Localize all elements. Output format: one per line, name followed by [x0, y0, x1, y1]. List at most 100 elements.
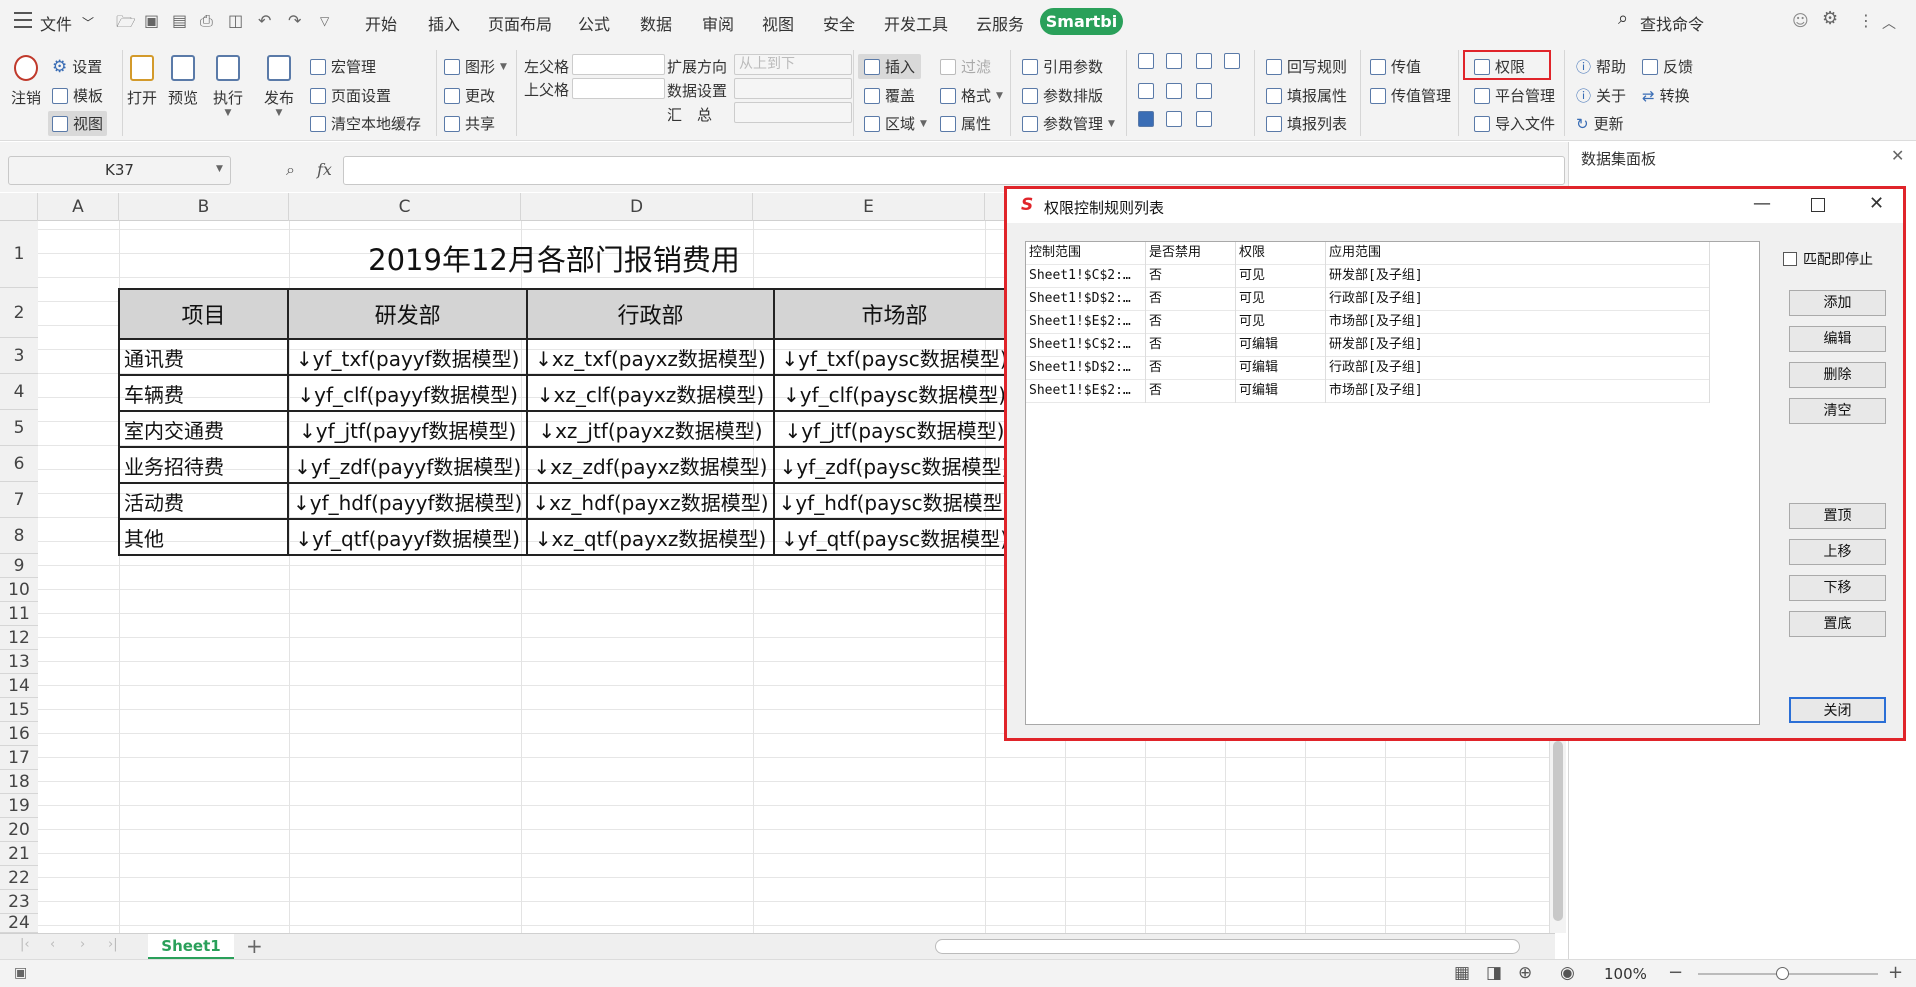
list-item[interactable]: Sheet1!$E$2:… 否可见 市场部[及子组] — [1026, 311, 1710, 334]
chevron-down-icon[interactable]: ﹀ — [82, 14, 94, 31]
row-header[interactable]: 1 — [0, 221, 38, 288]
data-settings-select[interactable] — [734, 78, 852, 99]
row-header[interactable]: 6 — [0, 446, 38, 482]
change-button[interactable]: 更改 — [444, 85, 495, 106]
data-cell[interactable]: ↓yf_clf(payyf数据模型) — [286, 374, 529, 412]
param-manage-button[interactable]: 参数管理 ▼ — [1022, 113, 1115, 134]
page-break-view-icon[interactable]: ◨ — [1486, 963, 1502, 983]
tab-start[interactable]: 开始 — [365, 11, 397, 35]
edit-button[interactable]: 编辑 — [1789, 326, 1886, 352]
search-command[interactable]: 查找命令 — [1640, 11, 1704, 35]
left-parent-select[interactable] — [572, 54, 665, 75]
item-cell[interactable]: 业务招待费 — [118, 446, 289, 484]
list-item[interactable]: Sheet1!$D$2:… 否可见 行政部[及子组] — [1026, 288, 1710, 311]
open-button[interactable]: 打开 — [126, 55, 158, 108]
add-button[interactable]: 添加 — [1789, 290, 1886, 316]
data-cell[interactable]: ↓xz_clf(payxz数据模型) — [526, 374, 775, 412]
tree-control-icon[interactable] — [1166, 83, 1182, 99]
item-cell[interactable]: 车辆费 — [118, 374, 289, 412]
tab-formula[interactable]: 公式 — [578, 11, 610, 35]
close-icon[interactable]: ✕ — [1891, 146, 1904, 165]
pass-value-button[interactable]: 传值 — [1370, 56, 1421, 77]
row-header[interactable]: 22 — [0, 866, 38, 890]
search-icon[interactable]: ⌕ — [1618, 8, 1628, 29]
dropdown-control-icon[interactable] — [1166, 53, 1182, 69]
hamburger-icon[interactable] — [14, 12, 32, 28]
header-cell-item[interactable]: 项目 — [118, 288, 289, 340]
summary-select[interactable] — [734, 102, 852, 123]
clear-cache-button[interactable]: 清空本地缓存 — [310, 113, 421, 134]
list-item[interactable]: Sheet1!$C$2:… 否可编辑 研发部[及子组] — [1026, 334, 1710, 357]
print-preview-icon[interactable]: ◫ — [228, 11, 243, 30]
horizontal-scrollbar[interactable] — [935, 939, 1520, 954]
data-cell[interactable]: ↓xz_qtf(payxz数据模型) — [526, 518, 775, 556]
tab-insert[interactable]: 插入 — [428, 11, 460, 35]
preview-button[interactable]: 预览 — [167, 55, 199, 108]
expand-direction-select[interactable]: 从上到下 — [734, 54, 852, 75]
chevron-down-icon[interactable]: ▼ — [216, 164, 223, 174]
data-cell[interactable]: ↓yf_jtf(payyf数据模型) — [286, 410, 529, 448]
zoom-level[interactable]: 100% — [1604, 965, 1647, 983]
tab-view[interactable]: 视图 — [762, 11, 794, 35]
image-control-icon[interactable] — [1196, 83, 1212, 99]
move-top-button[interactable]: 置顶 — [1789, 503, 1886, 529]
sheet-tab-sheet1[interactable]: Sheet1 — [148, 934, 234, 959]
permission-rules-list[interactable]: 控制范围 是否禁用 权限 应用范围 Sheet1!$C$2:… 否可见 研发部[及子… — [1025, 241, 1760, 725]
gear-icon[interactable]: ⚙ — [1822, 8, 1838, 29]
data-cell[interactable]: ↓yf_clf(paysc数据模型) — [772, 374, 1017, 412]
open-folder-icon[interactable]: 🗁 — [116, 11, 136, 38]
region-button[interactable]: 区域 ▼ — [864, 113, 927, 134]
execute-button[interactable]: 执行 ▼ — [212, 55, 244, 118]
tab-developer[interactable]: 开发工具 — [884, 11, 948, 35]
delete-button[interactable]: 删除 — [1789, 362, 1886, 388]
col-header-permission[interactable]: 权限 — [1236, 242, 1326, 265]
eye-protection-icon[interactable]: ◉ — [1560, 963, 1575, 983]
data-cell[interactable]: ↓yf_qtf(paysc数据模型) — [772, 518, 1017, 556]
zoom-icon[interactable]: ⌕ — [286, 160, 295, 180]
customize-toolbar-icon[interactable]: ▽ — [320, 14, 329, 28]
tab-data[interactable]: 数据 — [640, 11, 672, 35]
column-header-b[interactable]: B — [119, 193, 289, 221]
last-sheet-icon[interactable]: ›| — [108, 937, 118, 952]
data-cell[interactable]: ↓xz_jtf(payxz数据模型) — [526, 410, 775, 448]
template-button[interactable]: 模板 — [52, 85, 103, 106]
tab-page-layout[interactable]: 页面布局 — [488, 11, 552, 35]
row-header[interactable]: 15 — [0, 698, 38, 722]
help-button[interactable]: ⓘ 帮助 — [1576, 56, 1626, 77]
zoom-out-icon[interactable]: − — [1668, 962, 1683, 983]
data-cell[interactable]: ↓xz_zdf(payxz数据模型) — [526, 446, 775, 484]
data-cell[interactable]: ↓yf_jtf(paysc数据模型) — [772, 410, 1017, 448]
data-cell[interactable]: ↓yf_hdf(paysc数据模型) — [772, 482, 1017, 520]
permission-button[interactable]: 权限 — [1474, 56, 1525, 77]
tab-cloud[interactable]: 云服务 — [976, 11, 1024, 35]
chart-button[interactable]: 图形 ▼ — [444, 56, 507, 77]
row-header[interactable]: 17 — [0, 746, 38, 770]
row-header[interactable]: 2 — [0, 288, 38, 338]
feedback-face-icon[interactable]: ☺ — [1792, 11, 1809, 30]
row-header[interactable]: 14 — [0, 674, 38, 698]
row-header[interactable]: 3 — [0, 338, 38, 374]
row-header[interactable]: 12 — [0, 626, 38, 650]
writeback-rules-button[interactable]: 回写规则 — [1266, 56, 1347, 77]
data-cell[interactable]: ↓yf_zdf(paysc数据模型) — [772, 446, 1017, 484]
attribute-button[interactable]: 属性 — [940, 113, 991, 134]
overwrite-button[interactable]: 覆盖 — [864, 85, 915, 106]
edit-control-icon[interactable] — [1166, 111, 1182, 127]
insert-button[interactable]: 插入 — [858, 54, 922, 79]
row-header[interactable]: 16 — [0, 722, 38, 746]
undo-icon[interactable]: ↶ — [258, 11, 271, 30]
page-layout-view-icon[interactable]: ⊕ — [1518, 963, 1532, 983]
prev-sheet-icon[interactable]: ‹ — [50, 937, 55, 952]
data-cell[interactable]: ↓yf_txf(payyf数据模型) — [286, 338, 529, 376]
row-header[interactable]: 5 — [0, 410, 38, 446]
zoom-slider-thumb[interactable] — [1776, 967, 1789, 980]
data-cell[interactable]: ↓yf_txf(paysc数据模型) — [772, 338, 1017, 376]
close-button[interactable]: 关闭 — [1789, 697, 1886, 723]
close-icon[interactable]: ✕ — [1869, 193, 1884, 214]
page-setup-button[interactable]: 页面设置 — [310, 85, 391, 106]
platform-manage-button[interactable]: 平台管理 — [1474, 85, 1555, 106]
row-header[interactable]: 19 — [0, 794, 38, 818]
settings-button[interactable]: ⚙ 设置 — [52, 56, 102, 77]
update-button[interactable]: ↻ 更新 — [1576, 113, 1624, 134]
item-cell[interactable]: 活动费 — [118, 482, 289, 520]
